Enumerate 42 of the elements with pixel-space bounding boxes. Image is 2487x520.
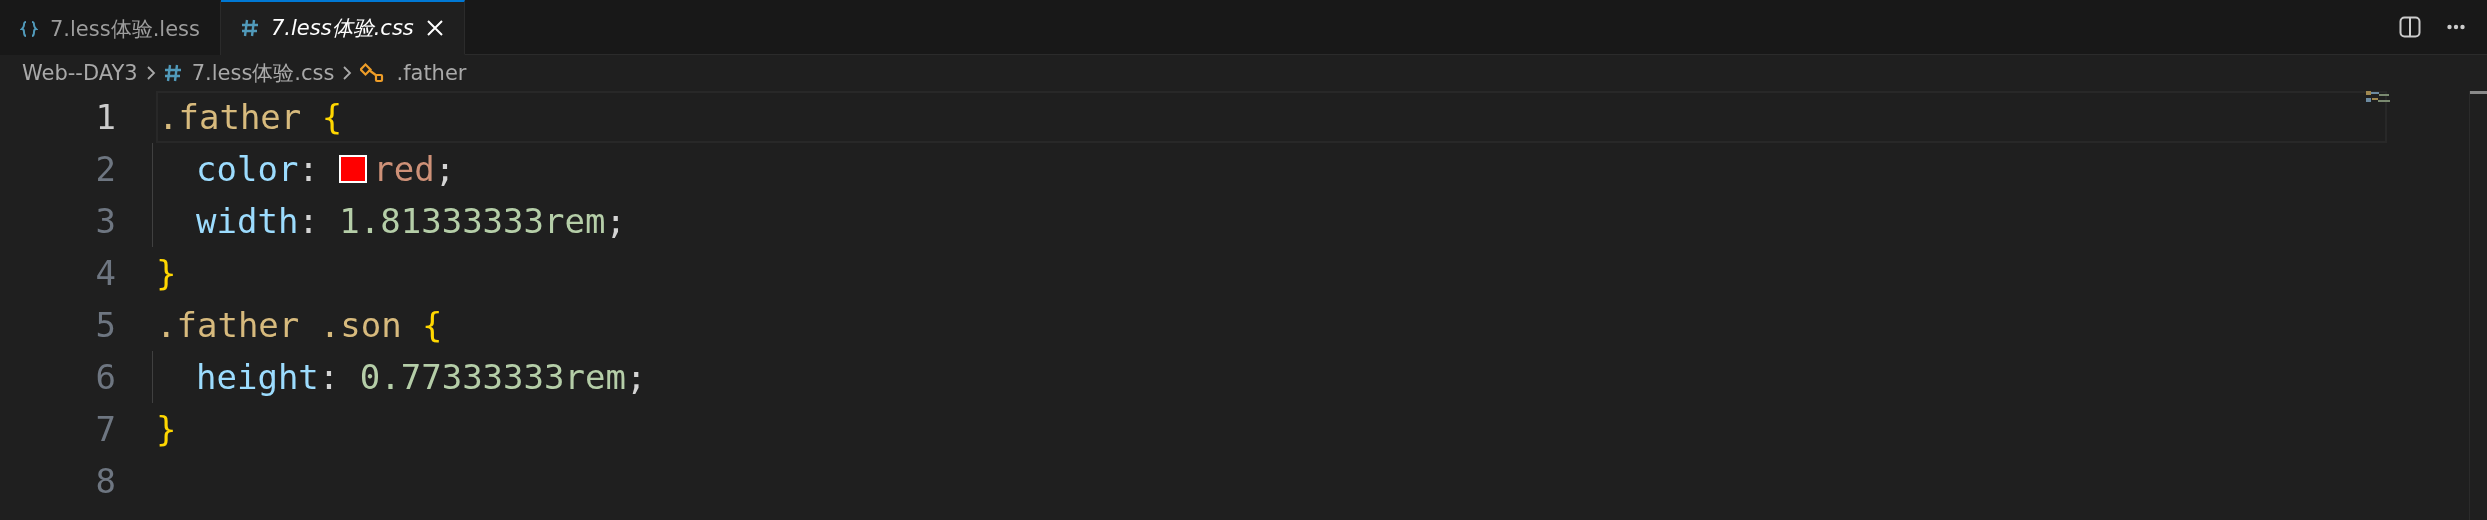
line-number: 5 [94,304,117,347]
hash-icon [163,64,182,82]
code-token: color [196,148,299,191]
code-token: height [196,356,319,399]
code-token: : [298,148,320,191]
split-editor-icon[interactable] [2399,16,2421,38]
line-number: 7 [94,408,117,451]
close-icon[interactable] [425,19,444,37]
code-token: 0.77333333rem [359,356,626,399]
chevron-icon [145,65,156,81]
line-number: 6 [94,356,117,399]
color-swatch[interactable] [339,155,368,183]
code-token: red [373,148,435,191]
code-token: .father [158,96,303,139]
line-number: 8 [94,460,117,503]
code-token: { [321,96,343,139]
code-token: } [156,252,177,295]
scrollbar[interactable] [2469,91,2487,520]
code-token: ; [605,200,626,243]
code-token: } [156,408,177,451]
line-number: 3 [94,200,117,243]
line-number: 4 [94,252,117,295]
breadcrumb-item[interactable]: .father [396,61,467,85]
breadcrumb-item[interactable]: 7.less体验.css [191,59,335,87]
code-token: 1.81333333rem [339,200,606,243]
code-token: : [298,200,320,243]
code-token: ; [434,148,456,191]
hash-icon [241,19,259,37]
chevron-icon [342,65,353,81]
line-number: 2 [94,148,117,191]
braces-icon [20,19,38,38]
code-token: width [196,200,299,243]
code-token: ; [625,356,647,399]
editor-tab[interactable]: 7.less体验.css [221,0,465,55]
line-number: 1 [94,96,117,139]
more-icon[interactable] [2447,24,2465,30]
code-token: .father .son [156,304,403,347]
breadcrumb-item[interactable]: Web--DAY3 [22,61,138,85]
code-token: : [318,356,341,399]
editor-tab[interactable]: 7.less体验.less [0,0,221,55]
minimap-drawing [2366,91,2392,105]
code-token: { [422,304,443,347]
